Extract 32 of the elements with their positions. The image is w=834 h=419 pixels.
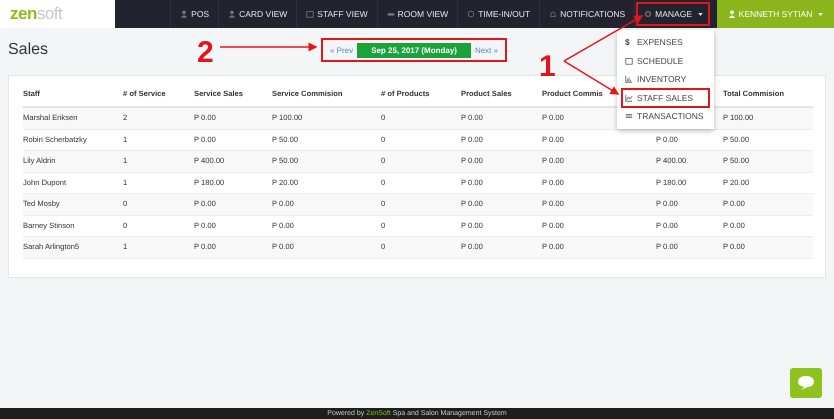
settings-icon <box>644 10 652 18</box>
nav-icon <box>306 10 314 18</box>
nav-icon <box>180 10 188 18</box>
nav-icon <box>386 10 395 18</box>
page-title: Sales <box>8 41 48 59</box>
menu-item[interactable]: INVENTORY <box>622 70 709 88</box>
menu-icon <box>625 94 633 102</box>
menu-item[interactable]: $ EXPENSES <box>622 33 709 52</box>
date-label: Sep 25, 2017 (Monday) <box>357 42 471 58</box>
menu-icon <box>625 56 633 65</box>
chat-button[interactable] <box>790 368 822 398</box>
nav-item[interactable]: ROOM VIEW <box>376 0 458 28</box>
menu-item[interactable]: SCHEDULE <box>622 52 709 70</box>
nav-item[interactable]: TIME-IN/OUT <box>457 0 540 28</box>
manage-menu-button[interactable]: MANAGE <box>634 0 712 28</box>
menu-item[interactable]: STAFF SALES <box>622 88 709 107</box>
nav-item[interactable]: STAFF VIEW <box>296 0 377 28</box>
user-icon <box>728 10 736 18</box>
menu-icon <box>625 112 633 120</box>
menu-item[interactable]: TRANSACTIONS <box>622 107 709 126</box>
nav-item[interactable]: POS <box>170 0 218 28</box>
nav-icon <box>467 10 476 18</box>
nav-item[interactable]: CARD VIEW <box>218 0 296 28</box>
caret-icon <box>698 12 703 16</box>
caret-icon <box>818 12 824 16</box>
annotation-number: 2 <box>197 36 214 69</box>
chat-icon <box>797 375 815 391</box>
nav-item[interactable]: NOTIFICATIONS <box>539 0 634 28</box>
menu-icon <box>625 75 633 84</box>
nav-icon <box>228 10 236 18</box>
nav-icon <box>549 10 558 18</box>
annotation-number: 1 <box>539 50 556 83</box>
